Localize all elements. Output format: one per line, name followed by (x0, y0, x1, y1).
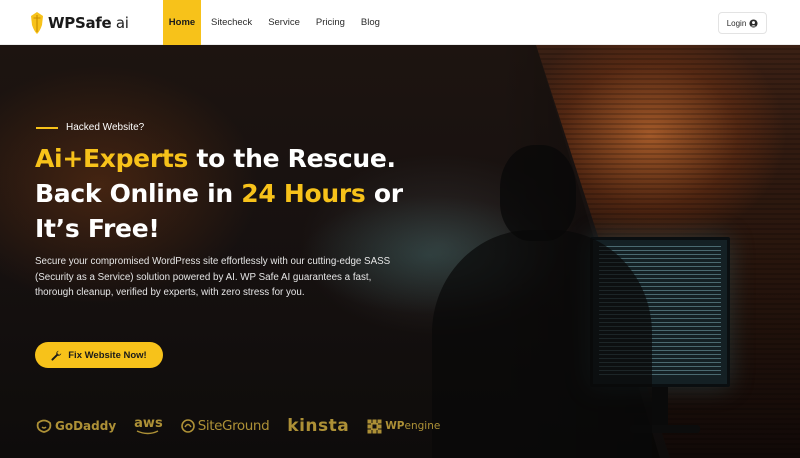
nav-item-pricing[interactable]: Pricing (308, 0, 353, 45)
partner-aws-text: aws (134, 415, 163, 431)
nav-item-service[interactable]: Service (260, 0, 308, 45)
wpengine-logo-icon (367, 419, 382, 433)
nav-item-sitecheck[interactable]: Sitecheck (203, 0, 260, 45)
partner-logo-kinsta: kinsta (287, 416, 349, 436)
brand-name-suffix: ai (111, 14, 129, 32)
partner-wpengine-text: WPengine (385, 420, 440, 432)
hero-description: Secure your compromised WordPress site e… (35, 256, 391, 298)
godaddy-logo-icon (36, 419, 52, 433)
partner-godaddy-text: GoDaddy (55, 419, 117, 433)
headline-line2-start: Back Online in (35, 179, 242, 208)
partner-logo-aws: aws (134, 415, 163, 435)
partner-wpengine-rest: engine (404, 420, 441, 432)
partner-logo-siteground: SiteGround (180, 418, 270, 434)
monitor-stand (652, 387, 668, 427)
headline-line1-rest: to the Rescue. (188, 144, 396, 173)
partner-logos: GoDaddy aws SiteGround kinsta WPengine (36, 415, 440, 437)
wrench-icon (51, 350, 62, 361)
login-button[interactable]: Login (718, 12, 767, 34)
siteground-logo-icon (180, 419, 195, 433)
partner-logo-wpengine: WPengine (367, 419, 440, 434)
fix-website-label: Fix Website Now! (68, 349, 147, 361)
headline-line2-end: or (365, 179, 403, 208)
top-navbar: WPSafe ai Home Sitecheck Service Pricing… (0, 0, 800, 45)
kicker-accent-line (36, 126, 58, 129)
headline-line3-end: ! (148, 214, 160, 243)
nav-item-blog[interactable]: Blog (353, 0, 388, 45)
fix-website-button[interactable]: Fix Website Now! (35, 342, 163, 368)
main-menu: Home Sitecheck Service Pricing Blog (163, 0, 388, 45)
partner-kinsta-text: kinsta (287, 416, 350, 436)
person-silhouette-body (432, 230, 652, 458)
person-silhouette-head (500, 145, 576, 241)
brand-name-main: WPSafe (48, 14, 112, 32)
nav-item-home[interactable]: Home (163, 0, 201, 45)
brand-logo[interactable]: WPSafe ai (30, 10, 129, 36)
headline-line3-start: It’s (35, 214, 88, 243)
headline-highlight-24-hours: 24 Hours (241, 179, 366, 208)
hero-section: Hacked Website? Ai+Experts to the Rescue… (0, 45, 800, 458)
hero-kicker: Hacked Website? (36, 122, 144, 133)
partner-wpengine-bold: WP (385, 420, 405, 432)
hero-headline: Ai+Experts to the Rescue. Back Online in… (35, 141, 495, 246)
shield-logo-icon (31, 12, 43, 34)
headline-highlight-ai-experts: Ai+Experts (35, 144, 189, 173)
aws-smile-icon (137, 429, 159, 434)
partner-siteground-text: SiteGround (197, 418, 270, 434)
login-label: Login (726, 18, 747, 28)
headline-free: Free (87, 214, 149, 243)
brand-name: WPSafe ai (48, 14, 129, 32)
kicker-text: Hacked Website? (66, 122, 145, 133)
partner-logo-godaddy: GoDaddy (36, 419, 116, 433)
user-circle-icon (749, 18, 758, 28)
